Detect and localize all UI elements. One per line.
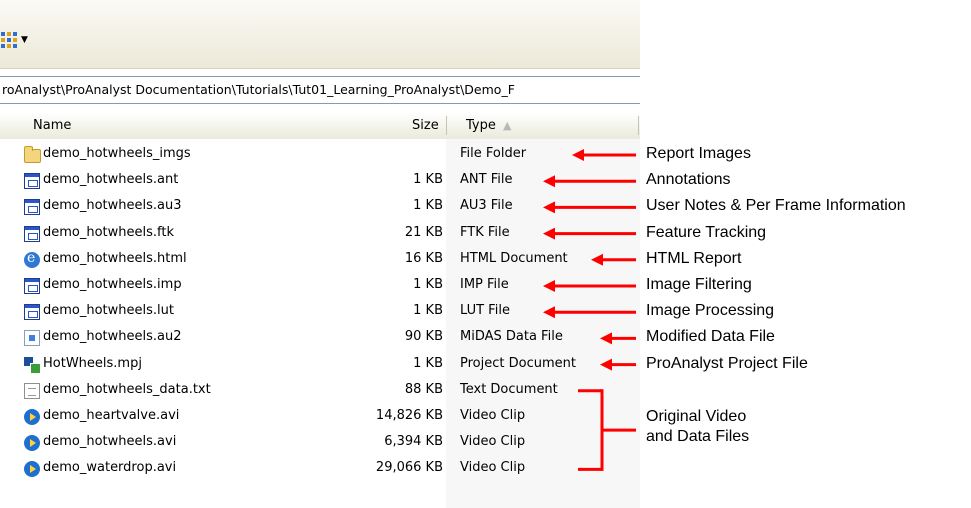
annotation-label: User Notes & Per Frame Information — [646, 197, 906, 215]
annotation-arrowhead — [600, 358, 612, 371]
annotation-label: Feature Tracking — [646, 223, 767, 241]
annotation-label: HTML Report — [646, 249, 742, 267]
annotation-arrowhead — [572, 149, 584, 161]
annotation-label: ProAnalyst Project File — [646, 354, 808, 372]
annotation-arrowhead — [600, 332, 612, 345]
annotation-arrowhead — [543, 175, 555, 188]
annotation-arrowhead — [591, 253, 603, 266]
annotation-arrowhead — [543, 280, 555, 292]
annotation-label: Annotations — [646, 171, 731, 189]
group-annotation-line1: Original Video — [646, 408, 747, 426]
annotation-label: Report Images — [646, 145, 751, 162]
annotation-label: Image Filtering — [646, 276, 752, 293]
annotation-layer — [543, 149, 636, 471]
annotation-label: Image Processing — [646, 302, 775, 320]
annotation-arrowhead — [543, 306, 555, 319]
annotation-arrowhead — [543, 201, 555, 214]
group-annotation-line2: and Data Files — [646, 428, 750, 446]
annotation-arrowhead — [543, 227, 555, 240]
annotation-label: Modified Data File — [646, 328, 775, 346]
